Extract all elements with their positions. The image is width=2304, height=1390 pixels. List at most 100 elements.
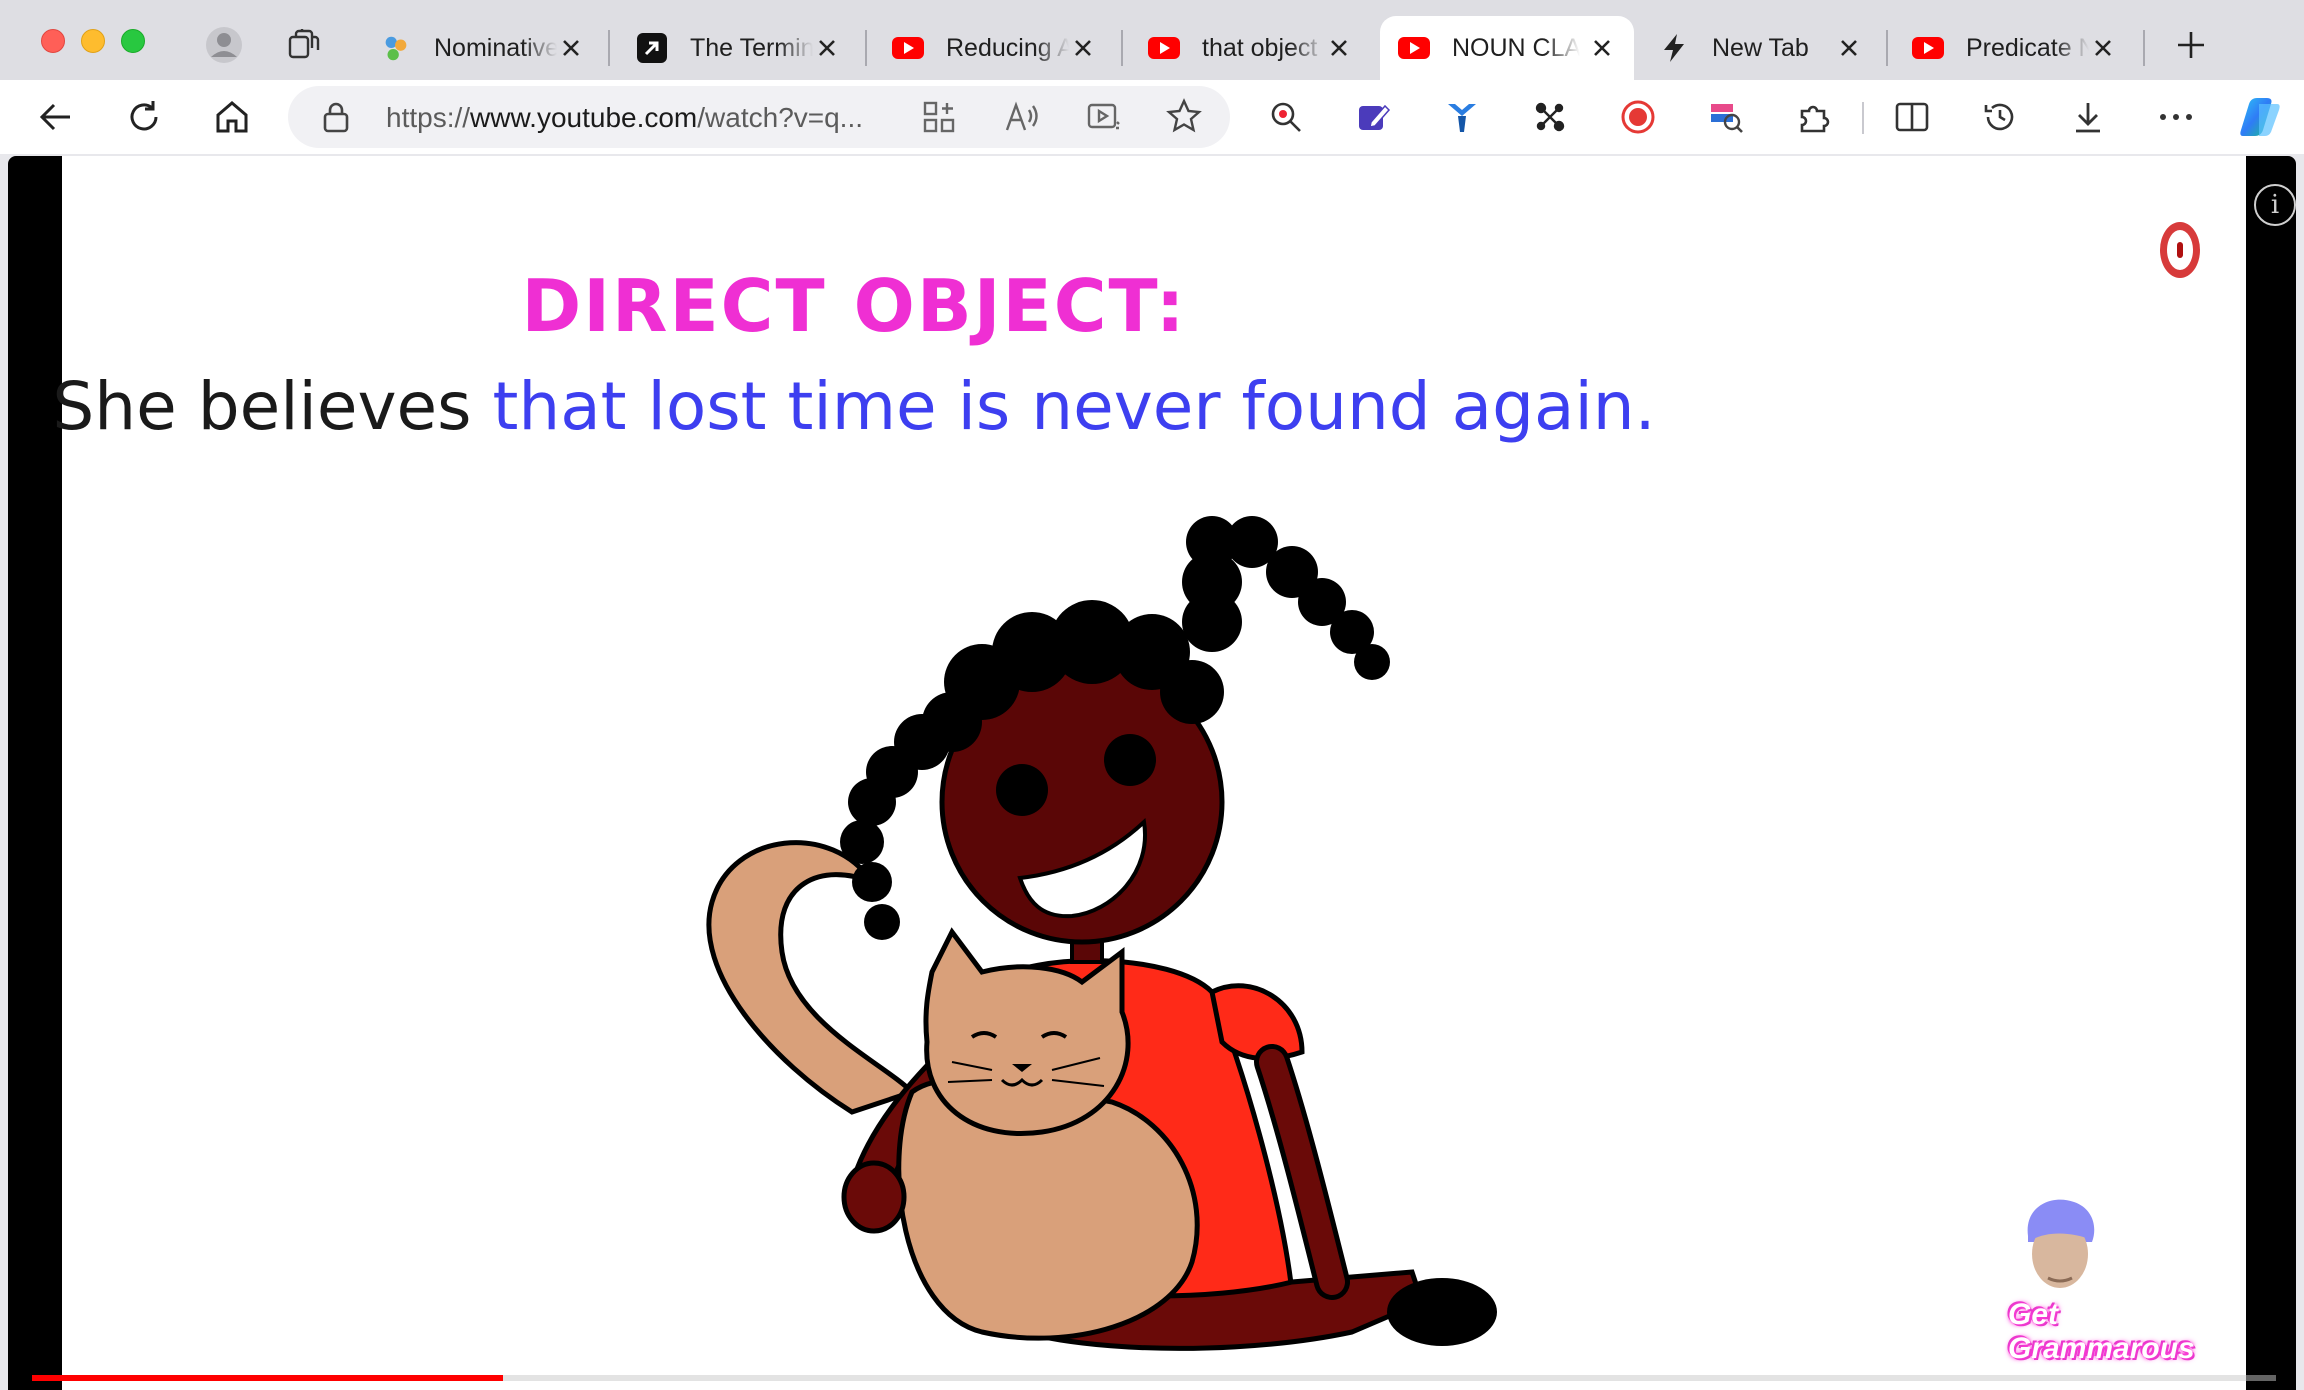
- refresh-button[interactable]: [120, 93, 168, 141]
- tab-title: Nominative: [434, 33, 558, 62]
- lightning-icon: [1658, 32, 1690, 64]
- close-icon: [1594, 40, 1610, 56]
- tab-title: that object: [1202, 33, 1318, 62]
- tab-nominative[interactable]: Nominative: [362, 16, 602, 80]
- favorite-star-icon[interactable]: [1166, 98, 1202, 139]
- profile-icon: [206, 27, 242, 63]
- extension-search-button[interactable]: [1262, 93, 1310, 141]
- copilot-button[interactable]: [2236, 93, 2284, 141]
- close-icon: [818, 40, 835, 56]
- tab-close-button[interactable]: [1325, 34, 1352, 62]
- back-button[interactable]: [32, 93, 80, 141]
- ext-search-icon: [1271, 102, 1301, 132]
- ext-y-icon: [1448, 104, 1476, 132]
- history-icon: [1984, 103, 2014, 131]
- extension-record-button[interactable]: [1614, 93, 1662, 141]
- youtube-icon: [1912, 32, 1944, 64]
- refresh-icon: [130, 101, 158, 131]
- channel-watermark[interactable]: Get Grammarous: [2008, 1298, 2246, 1366]
- home-button[interactable]: [208, 93, 256, 141]
- address-bar[interactable]: https://www.youtube.com/watch?v=q...: [288, 86, 1230, 148]
- video-heading: DIRECT OBJECT:: [521, 264, 1187, 348]
- ext-graph-icon: [1535, 102, 1565, 132]
- video-info-button[interactable]: i: [2254, 184, 2296, 226]
- url-host: www.youtube.com: [470, 102, 698, 133]
- tab-predicate[interactable]: Predicate N: [1894, 16, 2134, 80]
- close-icon: [2094, 40, 2111, 56]
- video-progress-fill: [32, 1375, 504, 1381]
- sentence-noun-clause: that lost time is never found again.: [492, 368, 1656, 445]
- tab-title: Reducing A: [946, 33, 1070, 62]
- lock-icon[interactable]: [322, 101, 350, 138]
- url-text[interactable]: https://www.youtube.com/watch?v=q...: [386, 102, 901, 134]
- extension-graph-button[interactable]: [1526, 93, 1574, 141]
- tab-separator: [2143, 30, 2145, 66]
- extension-pen-button[interactable]: [1350, 93, 1398, 141]
- ext-record-icon: [1621, 100, 1655, 134]
- channel-avatar: [2027, 1199, 2095, 1288]
- tab-title: New Tab: [1712, 33, 1809, 62]
- close-icon: [1840, 40, 1857, 56]
- more-dots-icon: [2160, 114, 2192, 120]
- read-aloud-icon[interactable]: [1004, 100, 1040, 139]
- tab-close-button[interactable]: [1835, 34, 1862, 62]
- tab-close-button[interactable]: [557, 34, 584, 62]
- video-sentence: She believes that lost time is never fou…: [8, 368, 1946, 445]
- tab-strip: Nominative The Termin Reducing A that ob…: [0, 0, 2304, 80]
- girl-eye-left: [996, 764, 1048, 816]
- profile-button[interactable]: [201, 22, 247, 68]
- extension-flag-button[interactable]: [1702, 93, 1750, 141]
- extensions-button[interactable]: [1790, 93, 1838, 141]
- video-enhance-icon[interactable]: [1086, 100, 1122, 139]
- tab-the-terminal[interactable]: The Termin: [618, 16, 858, 80]
- split-screen-icon: [1895, 102, 1929, 132]
- new-tab-button[interactable]: [2168, 22, 2214, 68]
- tab-reducing[interactable]: Reducing A: [874, 16, 1114, 80]
- tab-close-button[interactable]: [1588, 34, 1616, 62]
- window-close-button[interactable]: [41, 29, 65, 53]
- window-maximize-button[interactable]: [121, 29, 145, 53]
- tab-title: Predicate N: [1966, 33, 2090, 62]
- more-menu-button[interactable]: [2152, 93, 2200, 141]
- tab-noun-clauses[interactable]: NOUN CLA: [1380, 16, 1634, 80]
- tab-that-object[interactable]: that object: [1130, 16, 1370, 80]
- history-button[interactable]: [1976, 93, 2024, 141]
- tab-separator: [608, 30, 610, 66]
- split-screen-button[interactable]: [1888, 93, 1936, 141]
- video-frame[interactable]: DIRECT OBJECT: She believes that lost ti…: [52, 156, 2296, 1390]
- toolbar-separator: [1862, 102, 1864, 134]
- back-arrow-icon: [39, 103, 70, 131]
- tab-new-tab[interactable]: New Tab: [1640, 16, 1880, 80]
- collections-icon: [288, 29, 320, 59]
- extension-y-button[interactable]: [1438, 93, 1486, 141]
- downloads-button[interactable]: [2064, 93, 2112, 141]
- tab-separator: [1886, 30, 1888, 66]
- home-icon: [216, 101, 248, 133]
- url-scheme: https://: [386, 102, 471, 133]
- close-icon: [562, 40, 579, 56]
- close-icon: [1330, 40, 1347, 56]
- tab-close-button[interactable]: [1069, 34, 1096, 62]
- workspaces-button[interactable]: [281, 22, 327, 68]
- people-icon: [380, 32, 412, 64]
- tab-title: The Termin: [690, 33, 814, 62]
- tab-close-button[interactable]: [2089, 34, 2116, 62]
- right-sleeve: [1209, 983, 1305, 1062]
- ext-flag-icon: [1711, 104, 1743, 133]
- girl-with-cat-illustration: [706, 516, 1497, 1351]
- video-progress-bar[interactable]: [32, 1375, 2276, 1381]
- app-available-icon[interactable]: [922, 100, 956, 139]
- tab-separator: [865, 30, 867, 66]
- tab-title: NOUN CLA: [1452, 33, 1580, 62]
- info-icon: i: [2270, 190, 2280, 220]
- window-minimize-button[interactable]: [81, 29, 105, 53]
- close-icon: [1074, 40, 1091, 56]
- arrow-up-right-icon: [636, 32, 668, 64]
- sentence-subject: She believes: [52, 368, 472, 445]
- browser-toolbar: https://www.youtube.com/watch?v=q...: [0, 80, 2304, 154]
- tab-separator: [1121, 30, 1123, 66]
- video-player[interactable]: DIRECT OBJECT: She believes that lost ti…: [8, 156, 2296, 1390]
- tab-close-button[interactable]: [813, 34, 840, 62]
- hand: [841, 1160, 907, 1234]
- youtube-icon: [892, 32, 924, 64]
